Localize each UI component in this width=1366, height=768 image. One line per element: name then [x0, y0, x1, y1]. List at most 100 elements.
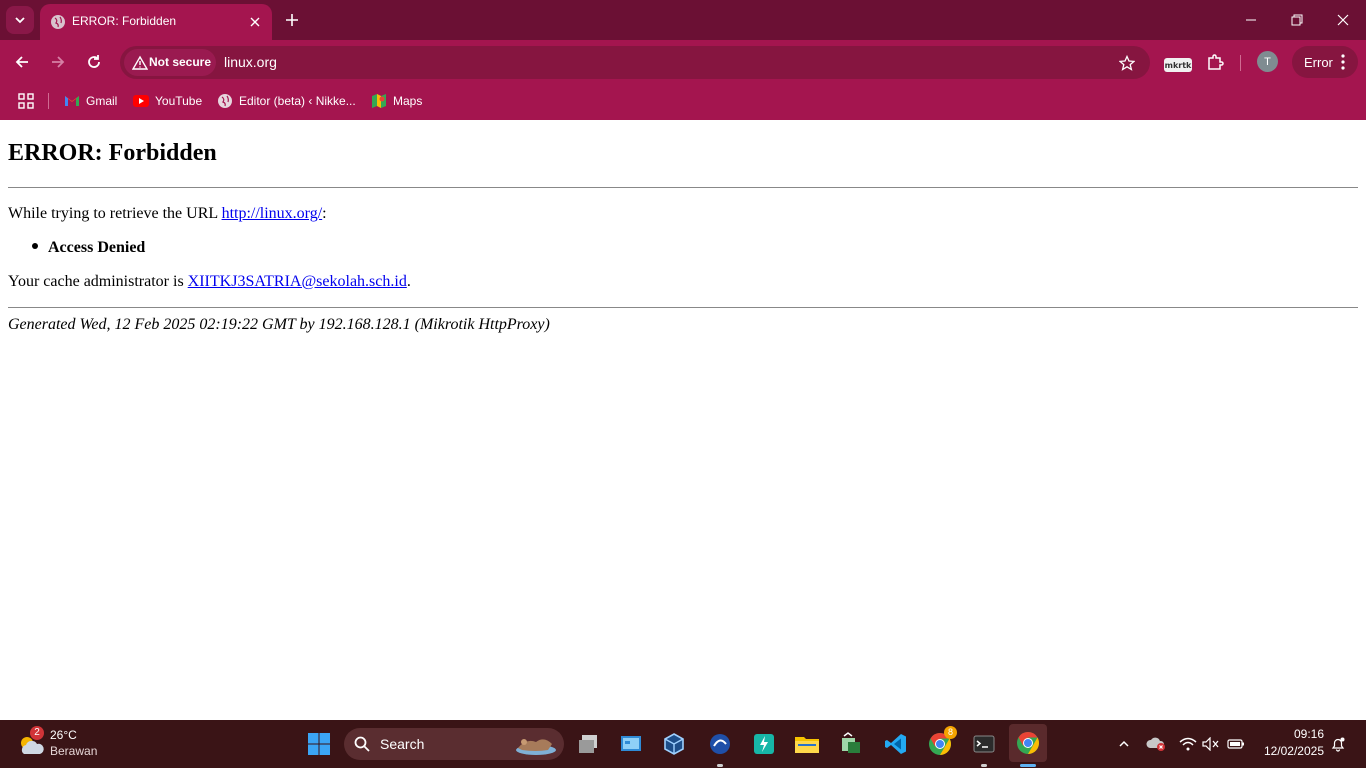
list-item: Access Denied [32, 239, 145, 257]
admin-paragraph: Your cache administrator is XIITKJ3SATRI… [8, 273, 411, 291]
puzzle-icon [1208, 54, 1224, 70]
battery-icon [1227, 739, 1244, 749]
mikrotik-extension-icon: mkrtk [1164, 58, 1192, 72]
taskbar: 2 26°C Berawan Search 8 09:16 12/02/2025 [0, 720, 1366, 768]
running-indicator [981, 764, 987, 767]
terminal-icon [973, 735, 995, 753]
address-bar[interactable]: Not secure linux.org [120, 46, 1150, 79]
taskbar-chrome-alt[interactable]: 8 [922, 726, 958, 762]
chevron-down-icon [15, 17, 25, 24]
extensions-button[interactable] [1203, 50, 1227, 74]
restore-button[interactable] [1282, 6, 1312, 34]
error-menu-button[interactable]: Error [1292, 46, 1358, 78]
minimize-icon [1246, 19, 1256, 21]
url-text[interactable]: linux.org [224, 54, 277, 70]
not-secure-label: Not secure [149, 55, 212, 69]
onedrive-status[interactable] [1146, 734, 1166, 754]
bullet [32, 243, 38, 249]
clock-date: 12/02/2025 [1263, 744, 1324, 758]
forward-button[interactable] [45, 49, 71, 75]
new-tab-button[interactable] [280, 8, 304, 32]
clock[interactable]: 09:16 12/02/2025 [1252, 726, 1324, 762]
warning-icon [132, 55, 148, 70]
start-button[interactable] [301, 726, 337, 762]
taskbar-vscode[interactable] [878, 726, 914, 762]
arrow-right-icon [52, 56, 65, 68]
bookmark-label: Gmail [86, 94, 118, 108]
bookmark-label: Maps [393, 94, 423, 108]
back-button[interactable] [9, 49, 35, 75]
error-label: Error [1304, 55, 1333, 70]
taskbar-task-view[interactable] [570, 726, 606, 762]
notification-center-button[interactable] [1328, 734, 1348, 754]
arrow-left-icon [15, 56, 28, 68]
search-highlight-icon [516, 739, 556, 755]
admin-suffix: . [406, 273, 411, 290]
minimize-button[interactable] [1236, 6, 1266, 34]
tab-active[interactable]: ERROR: Forbidden [40, 4, 272, 40]
apps-grid-icon[interactable] [17, 92, 35, 110]
taskbar-virtualbox[interactable] [656, 726, 692, 762]
clock-time: 09:16 [1293, 727, 1324, 741]
chrome-badge: 8 [944, 726, 957, 739]
taskbar-chrome-active[interactable] [1009, 724, 1047, 762]
wifi-status[interactable] [1178, 734, 1198, 754]
page-content: ERROR: Forbidden While trying to retriev… [0, 120, 1366, 720]
star-icon [1119, 55, 1135, 71]
tab-search-button[interactable] [6, 6, 34, 34]
maps-icon [371, 93, 387, 109]
bolt-app-icon [754, 734, 774, 754]
active-indicator [1020, 764, 1036, 767]
taskbar-terminal[interactable] [966, 726, 1002, 762]
tab-close-button[interactable] [246, 13, 264, 31]
browser-toolbar: Not secure linux.org mkrtk T Error [0, 40, 1366, 84]
weather-widget[interactable]: 2 26°C Berawan [16, 726, 126, 762]
taskbar-control-panel[interactable] [613, 726, 649, 762]
close-window-button[interactable] [1328, 6, 1358, 34]
bookmarks-bar: Gmail YouTube Editor (beta) ‹ Nikke... M… [0, 84, 1366, 120]
notification-bell-icon [1331, 737, 1345, 752]
youtube-icon [133, 93, 149, 109]
close-icon [250, 17, 260, 27]
bookmarks-divider [48, 93, 49, 109]
taskbar-app-store[interactable] [833, 726, 869, 762]
task-view-icon [579, 735, 597, 753]
control-panel-icon [621, 736, 641, 751]
battery-status[interactable] [1226, 734, 1246, 754]
mikrotik-extension-button[interactable]: mkrtk [1163, 50, 1193, 74]
gmail-icon [64, 93, 80, 109]
admin-email-link[interactable]: XIITKJ3SATRIA@sekolah.sch.id [188, 273, 407, 290]
notification-badge: 2 [30, 726, 44, 740]
search-icon [354, 736, 370, 752]
weather-condition: Berawan [50, 744, 98, 758]
chevron-up-icon [1119, 740, 1129, 747]
show-hidden-icons-button[interactable] [1114, 734, 1134, 754]
bookmark-label: YouTube [155, 94, 203, 108]
volume-status[interactable] [1201, 734, 1221, 754]
bookmark-youtube[interactable]: YouTube [133, 90, 202, 112]
title-bar: ERROR: Forbidden [0, 0, 1366, 40]
taskbar-file-explorer[interactable] [789, 726, 825, 762]
taskbar-search[interactable]: Search [344, 728, 564, 760]
bookmark-editor[interactable]: Editor (beta) ‹ Nikke... [217, 90, 356, 112]
app-icon [710, 734, 730, 754]
admin-text: Your cache administrator is [8, 273, 188, 290]
taskbar-app-bolt[interactable] [746, 726, 782, 762]
retrieve-url-link[interactable]: http://linux.org/ [222, 205, 323, 222]
cloud-error-icon [1146, 737, 1165, 751]
retrieve-suffix: : [322, 205, 327, 222]
profile-avatar[interactable]: T [1257, 51, 1278, 72]
tab-title: ERROR: Forbidden [72, 14, 177, 28]
globe-icon [217, 93, 233, 109]
running-indicator [717, 764, 723, 767]
globe-icon [51, 15, 65, 29]
windows-icon [308, 733, 330, 755]
network-app-icon [842, 732, 860, 753]
toolbar-divider [1240, 55, 1241, 71]
reload-button[interactable] [81, 49, 107, 75]
bookmark-maps[interactable]: Maps [371, 90, 422, 112]
chrome-icon [1017, 732, 1039, 754]
bookmark-star-button[interactable] [1116, 52, 1138, 74]
bookmark-gmail[interactable]: Gmail [64, 90, 117, 112]
taskbar-app[interactable] [702, 726, 738, 762]
